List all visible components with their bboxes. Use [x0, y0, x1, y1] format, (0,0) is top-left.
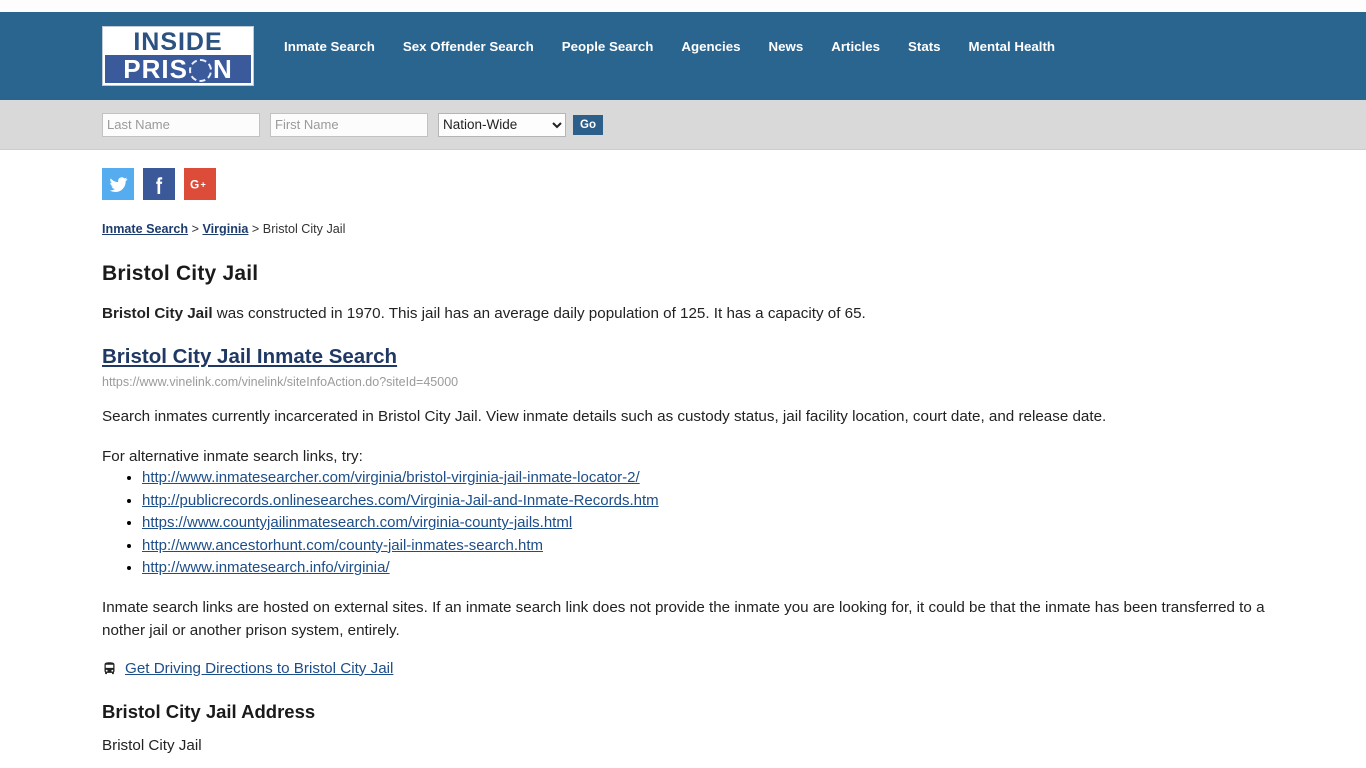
go-button[interactable]: Go	[573, 115, 603, 135]
nav-stats[interactable]: Stats	[908, 39, 941, 54]
logo-text-prison: PRIS N	[105, 55, 251, 83]
breadcrumb-link-inmate-search[interactable]: Inmate Search	[102, 222, 188, 236]
alt-link-inmatesearcher[interactable]: http://www.inmatesearcher.com/virginia/b…	[142, 469, 640, 486]
alt-link-inmatesearchinfo[interactable]: http://www.inmatesearch.info/virginia/	[142, 559, 390, 576]
nav-articles[interactable]: Articles	[831, 39, 880, 54]
inmate-search-heading: Bristol City Jail Inmate Search	[102, 345, 1266, 369]
nav-mental-health[interactable]: Mental Health	[969, 39, 1055, 54]
driving-directions-link[interactable]: Get Driving Directions to Bristol City J…	[125, 660, 393, 677]
site-logo[interactable]: INSIDE PRIS N	[102, 26, 254, 86]
last-name-input[interactable]	[102, 113, 260, 137]
inmate-search-link[interactable]: Bristol City Jail Inmate Search	[102, 345, 397, 368]
breadcrumb-link-virginia[interactable]: Virginia	[202, 222, 248, 236]
nav-people-search[interactable]: People Search	[562, 39, 654, 54]
alternative-links-list: http://www.inmatesearcher.com/virginia/b…	[102, 467, 1266, 580]
breadcrumb-separator-2: >	[248, 222, 262, 236]
nav-inmate-search[interactable]: Inmate Search	[284, 39, 375, 54]
breadcrumb: Inmate Search > Virginia > Bristol City …	[102, 214, 1266, 240]
svg-text:+: +	[200, 179, 205, 189]
barbed-wire-circle-icon	[189, 59, 212, 82]
inmate-search-bar: Nation-Wide Go	[0, 100, 1366, 150]
alt-link-ancestorhunt[interactable]: http://www.ancestorhunt.com/county-jail-…	[142, 537, 543, 554]
address-section-title: Bristol City Jail Address	[102, 701, 1266, 723]
region-select[interactable]: Nation-Wide	[438, 113, 566, 137]
alt-link-publicrecords[interactable]: http://publicrecords.onlinesearches.com/…	[142, 492, 659, 509]
alt-link-countyjail[interactable]: https://www.countyjailinmatesearch.com/v…	[142, 514, 572, 531]
breadcrumb-current: Bristol City Jail	[263, 222, 346, 236]
facility-name-bold: Bristol City Jail	[102, 305, 213, 322]
nav-agencies[interactable]: Agencies	[681, 39, 740, 54]
driving-directions-row: Get Driving Directions to Bristol City J…	[102, 660, 1266, 677]
social-share-row: G +	[102, 150, 1266, 214]
svg-text:G: G	[190, 177, 199, 191]
page-title: Bristol City Jail	[102, 262, 1266, 286]
top-strip	[0, 0, 1366, 12]
twitter-icon[interactable]	[102, 168, 134, 200]
facility-intro-paragraph: Bristol City Jail was constructed in 197…	[102, 302, 1266, 325]
list-item: https://www.countyjailinmatesearch.com/v…	[142, 512, 1266, 535]
main-navigation: Inmate Search Sex Offender Search People…	[284, 39, 1055, 54]
list-item: http://publicrecords.onlinesearches.com/…	[142, 490, 1266, 513]
logo-prison-post: N	[213, 55, 233, 83]
facility-intro-rest: was constructed in 1970. This jail has a…	[213, 305, 866, 322]
list-item: http://www.ancestorhunt.com/county-jail-…	[142, 535, 1266, 558]
list-item: http://www.inmatesearch.info/virginia/	[142, 557, 1266, 580]
logo-prison-pre: PRIS	[123, 55, 188, 83]
search-description: Search inmates currently incarcerated in…	[102, 405, 1266, 428]
first-name-input[interactable]	[270, 113, 428, 137]
facebook-icon[interactable]	[143, 168, 175, 200]
site-header: INSIDE PRIS N Inmate Search Sex Offender …	[0, 12, 1366, 100]
list-item: http://www.inmatesearcher.com/virginia/b…	[142, 467, 1266, 490]
google-plus-icon[interactable]: G +	[184, 168, 216, 200]
external-links-disclaimer: Inmate search links are hosted on extern…	[102, 596, 1266, 642]
inmate-search-url: https://www.vinelink.com/vinelink/siteIn…	[102, 375, 1266, 389]
nav-news[interactable]: News	[769, 39, 804, 54]
alternative-links-intro: For alternative inmate search links, try…	[102, 448, 1266, 465]
address-line-1: Bristol City Jail	[102, 737, 1266, 754]
bus-icon	[102, 661, 117, 676]
logo-text-inside: INSIDE	[105, 29, 251, 55]
breadcrumb-separator-1: >	[188, 222, 202, 236]
nav-sex-offender-search[interactable]: Sex Offender Search	[403, 39, 534, 54]
page-content: G + Inmate Search > Virginia > Bristol C…	[0, 150, 1366, 754]
